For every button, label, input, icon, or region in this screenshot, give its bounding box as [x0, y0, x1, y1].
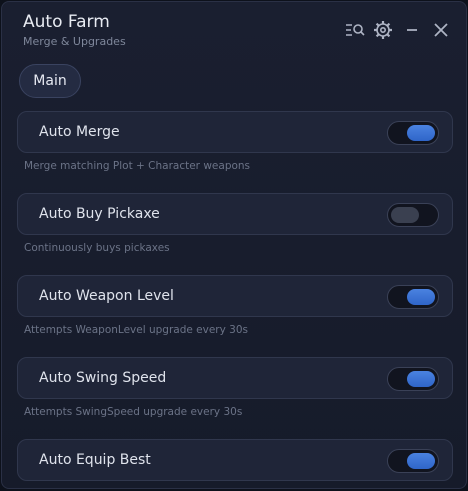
toggle-description: Attempts SwingSpeed upgrade every 30s [24, 406, 243, 418]
toggle-label: Auto Merge [39, 124, 120, 140]
auto-buy-pickaxe-toggle[interactable] [387, 203, 439, 227]
toggle-description: Continuously buys pickaxes [24, 242, 170, 254]
toggle-label: Auto Equip Best [39, 452, 151, 468]
toggle-knob [407, 289, 435, 305]
close-icon[interactable] [430, 19, 452, 41]
toggle-row-auto-buy-pickaxe[interactable]: Auto Buy Pickaxe [17, 193, 453, 235]
toggle-knob [407, 371, 435, 387]
toggle-knob [407, 453, 435, 469]
window-title: Auto Farm [23, 12, 110, 32]
auto-weapon-level-toggle[interactable] [387, 285, 439, 309]
search-list-icon[interactable] [344, 19, 366, 41]
toggle-knob [391, 207, 419, 223]
toggle-label: Auto Swing Speed [39, 370, 167, 386]
toggle-label: Auto Weapon Level [39, 288, 174, 304]
toggle-row-auto-swing-speed[interactable]: Auto Swing Speed [17, 357, 453, 399]
auto-merge-toggle[interactable] [387, 121, 439, 145]
toggle-knob [407, 125, 435, 141]
toggle-description: Attempts WeaponLevel upgrade every 30s [24, 324, 249, 336]
minimize-icon[interactable] [401, 19, 423, 41]
window-subtitle: Merge & Upgrades [23, 35, 126, 48]
toggle-label: Auto Buy Pickaxe [39, 206, 160, 222]
toggle-row-auto-equip-best[interactable]: Auto Equip Best [17, 439, 453, 481]
auto-farm-window: Auto Farm Merge & Upgrades Main Auto Mer… [1, 1, 467, 489]
tab-main[interactable]: Main [19, 64, 81, 98]
gear-icon[interactable] [372, 19, 394, 41]
auto-equip-best-toggle[interactable] [387, 449, 439, 473]
toggle-row-auto-merge[interactable]: Auto Merge [17, 111, 453, 153]
auto-swing-speed-toggle[interactable] [387, 367, 439, 391]
toggle-row-auto-weapon-level[interactable]: Auto Weapon Level [17, 275, 453, 317]
toggle-description: Merge matching Plot + Character weapons [24, 160, 251, 172]
